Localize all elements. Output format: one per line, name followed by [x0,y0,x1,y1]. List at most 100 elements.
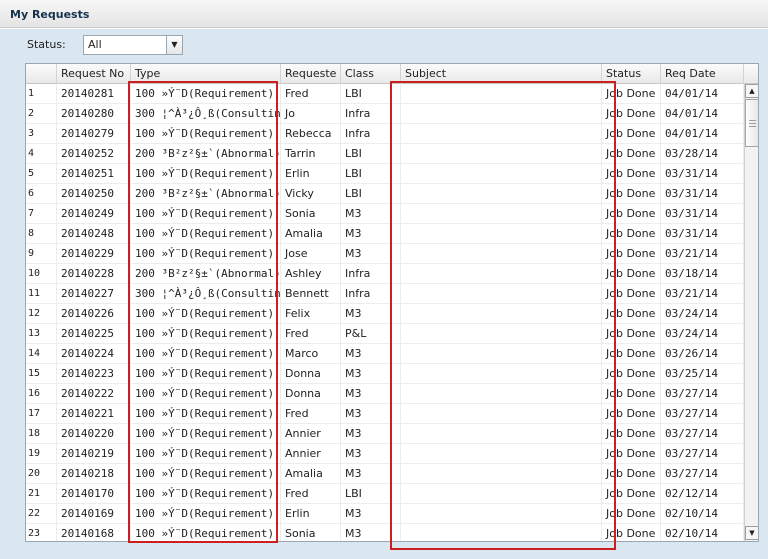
req-date-cell: 02/10/14 [661,524,744,541]
req-date-cell: 03/24/14 [661,324,744,344]
row-number: 16 [26,384,57,404]
req-date-cell: 03/24/14 [661,304,744,324]
requester-cell: Fred [281,324,341,344]
requester-cell: Donna [281,384,341,404]
row-number: 15 [26,364,57,384]
row-number: 21 [26,484,57,504]
request-no-cell: 20140251 [57,164,131,184]
requester-cell: Jo [281,104,341,124]
req-date-cell: 03/27/14 [661,444,744,464]
req-date-cell: 03/25/14 [661,364,744,384]
req-date-cell: 03/21/14 [661,244,744,264]
req-date-cell: 03/31/14 [661,204,744,224]
requester-cell: Tarrin [281,144,341,164]
row-number: 22 [26,504,57,524]
row-number: 10 [26,264,57,284]
request-no-cell: 20140223 [57,364,131,384]
row-number: 20 [26,464,57,484]
panel-header: My Requests [0,0,768,28]
requester-cell: Fred [281,84,341,104]
req-date-cell: 03/27/14 [661,424,744,444]
grip-line [749,120,756,121]
req-date-cell: 03/31/14 [661,164,744,184]
req-date-cell: 03/31/14 [661,184,744,204]
requester-cell: Rebecca [281,124,341,144]
req-date-cell: 04/01/14 [661,84,744,104]
req-date-cell: 03/26/14 [661,344,744,364]
request-no-cell: 20140225 [57,324,131,344]
column-header-requester[interactable]: Requeste [281,64,341,84]
request-no-cell: 20140279 [57,124,131,144]
column-header-req-date[interactable]: Req Date [661,64,744,84]
row-number: 18 [26,424,57,444]
row-number: 5 [26,164,57,184]
request-no-cell: 20140170 [57,484,131,504]
request-no-cell: 20140249 [57,204,131,224]
requester-cell: Erlin [281,164,341,184]
request-no-cell: 20140168 [57,524,131,541]
request-no-cell: 20140219 [57,444,131,464]
row-number: 4 [26,144,57,164]
row-number: 12 [26,304,57,324]
request-no-cell: 20140226 [57,304,131,324]
requester-cell: Sonia [281,204,341,224]
row-number: 2 [26,104,57,124]
requester-cell: Erlin [281,504,341,524]
status-filter-select[interactable]: All ▼ [83,35,183,55]
column-header-rownumber [26,64,57,84]
req-date-cell: 03/21/14 [661,284,744,304]
request-no-cell: 20140222 [57,384,131,404]
row-number: 13 [26,324,57,344]
requester-cell: Sonia [281,524,341,541]
requester-cell: Annier [281,424,341,444]
request-no-cell: 20140252 [57,144,131,164]
requester-cell: Marco [281,344,341,364]
request-no-cell: 20140169 [57,504,131,524]
req-date-cell: 02/12/14 [661,484,744,504]
type-column-highlight-box [128,81,278,543]
row-number: 23 [26,524,57,541]
scrollbar-thumb[interactable] [745,99,758,147]
requester-cell: Fred [281,484,341,504]
arrow-down-icon[interactable]: ▼ [745,526,758,540]
grip-line [749,126,756,127]
requester-cell: Ashley [281,264,341,284]
req-date-cell: 03/28/14 [661,144,744,164]
request-no-cell: 20140248 [57,224,131,244]
column-header-request-no[interactable]: Request No [57,64,131,84]
request-no-cell: 20140281 [57,84,131,104]
req-date-cell: 03/27/14 [661,384,744,404]
requester-cell: Jose [281,244,341,264]
subject-column-highlight-box [390,81,616,550]
req-date-cell: 03/31/14 [661,224,744,244]
row-number: 11 [26,284,57,304]
row-number: 8 [26,224,57,244]
request-no-cell: 20140280 [57,104,131,124]
status-filter-label: Status: [27,38,66,51]
arrow-up-icon[interactable]: ▲ [745,84,758,98]
requester-cell: Annier [281,444,341,464]
req-date-cell: 02/10/14 [661,504,744,524]
request-no-cell: 20140221 [57,404,131,424]
requester-cell: Vicky [281,184,341,204]
req-date-cell: 03/27/14 [661,404,744,424]
column-header-spacer [744,64,758,84]
row-number: 14 [26,344,57,364]
grip-line [749,123,756,124]
status-filter-value: All [88,38,102,51]
row-number: 3 [26,124,57,144]
requester-cell: Bennett [281,284,341,304]
request-no-cell: 20140220 [57,424,131,444]
req-date-cell: 03/27/14 [661,464,744,484]
requester-cell: Amalia [281,464,341,484]
requester-cell: Felix [281,304,341,324]
chevron-down-icon[interactable]: ▼ [166,36,182,54]
row-number: 9 [26,244,57,264]
row-number: 1 [26,84,57,104]
request-no-cell: 20140227 [57,284,131,304]
row-number: 19 [26,444,57,464]
row-number: 6 [26,184,57,204]
panel-title: My Requests [10,8,90,21]
req-date-cell: 04/01/14 [661,124,744,144]
vertical-scrollbar[interactable]: ▲ ▼ [744,84,758,541]
